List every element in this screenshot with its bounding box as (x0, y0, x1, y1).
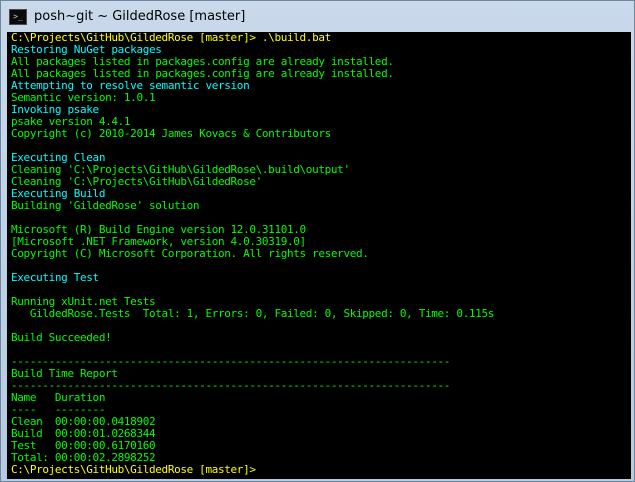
console-line: GildedRose.Tests Total: 1, Errors: 0, Fa… (11, 307, 495, 320)
window-title: posh~git ~ GildedRose [master] (34, 9, 246, 24)
console-output[interactable]: C:\Projects\GitHub\GildedRose [master]> … (7, 32, 631, 479)
powershell-console-icon[interactable]: >_ (9, 8, 27, 25)
console-line: Executing Test (11, 271, 99, 284)
console-line: Build Succeeded! (11, 331, 112, 344)
title-bar[interactable]: >_ posh~git ~ GildedRose [master] (1, 1, 634, 32)
console-line: Semantic version: 1.0.1 (11, 91, 156, 104)
console-line: Copyright (C) Microsoft Corporation. All… (11, 247, 369, 260)
console-line: Building 'GildedRose' solution (11, 199, 200, 212)
console-line: Copyright (c) 2010-2014 James Kovacs & C… (11, 127, 331, 140)
console-window: >_ posh~git ~ GildedRose [master] C:\Pro… (0, 0, 635, 482)
console-line: C:\Projects\GitHub\GildedRose [master]> (11, 463, 256, 476)
